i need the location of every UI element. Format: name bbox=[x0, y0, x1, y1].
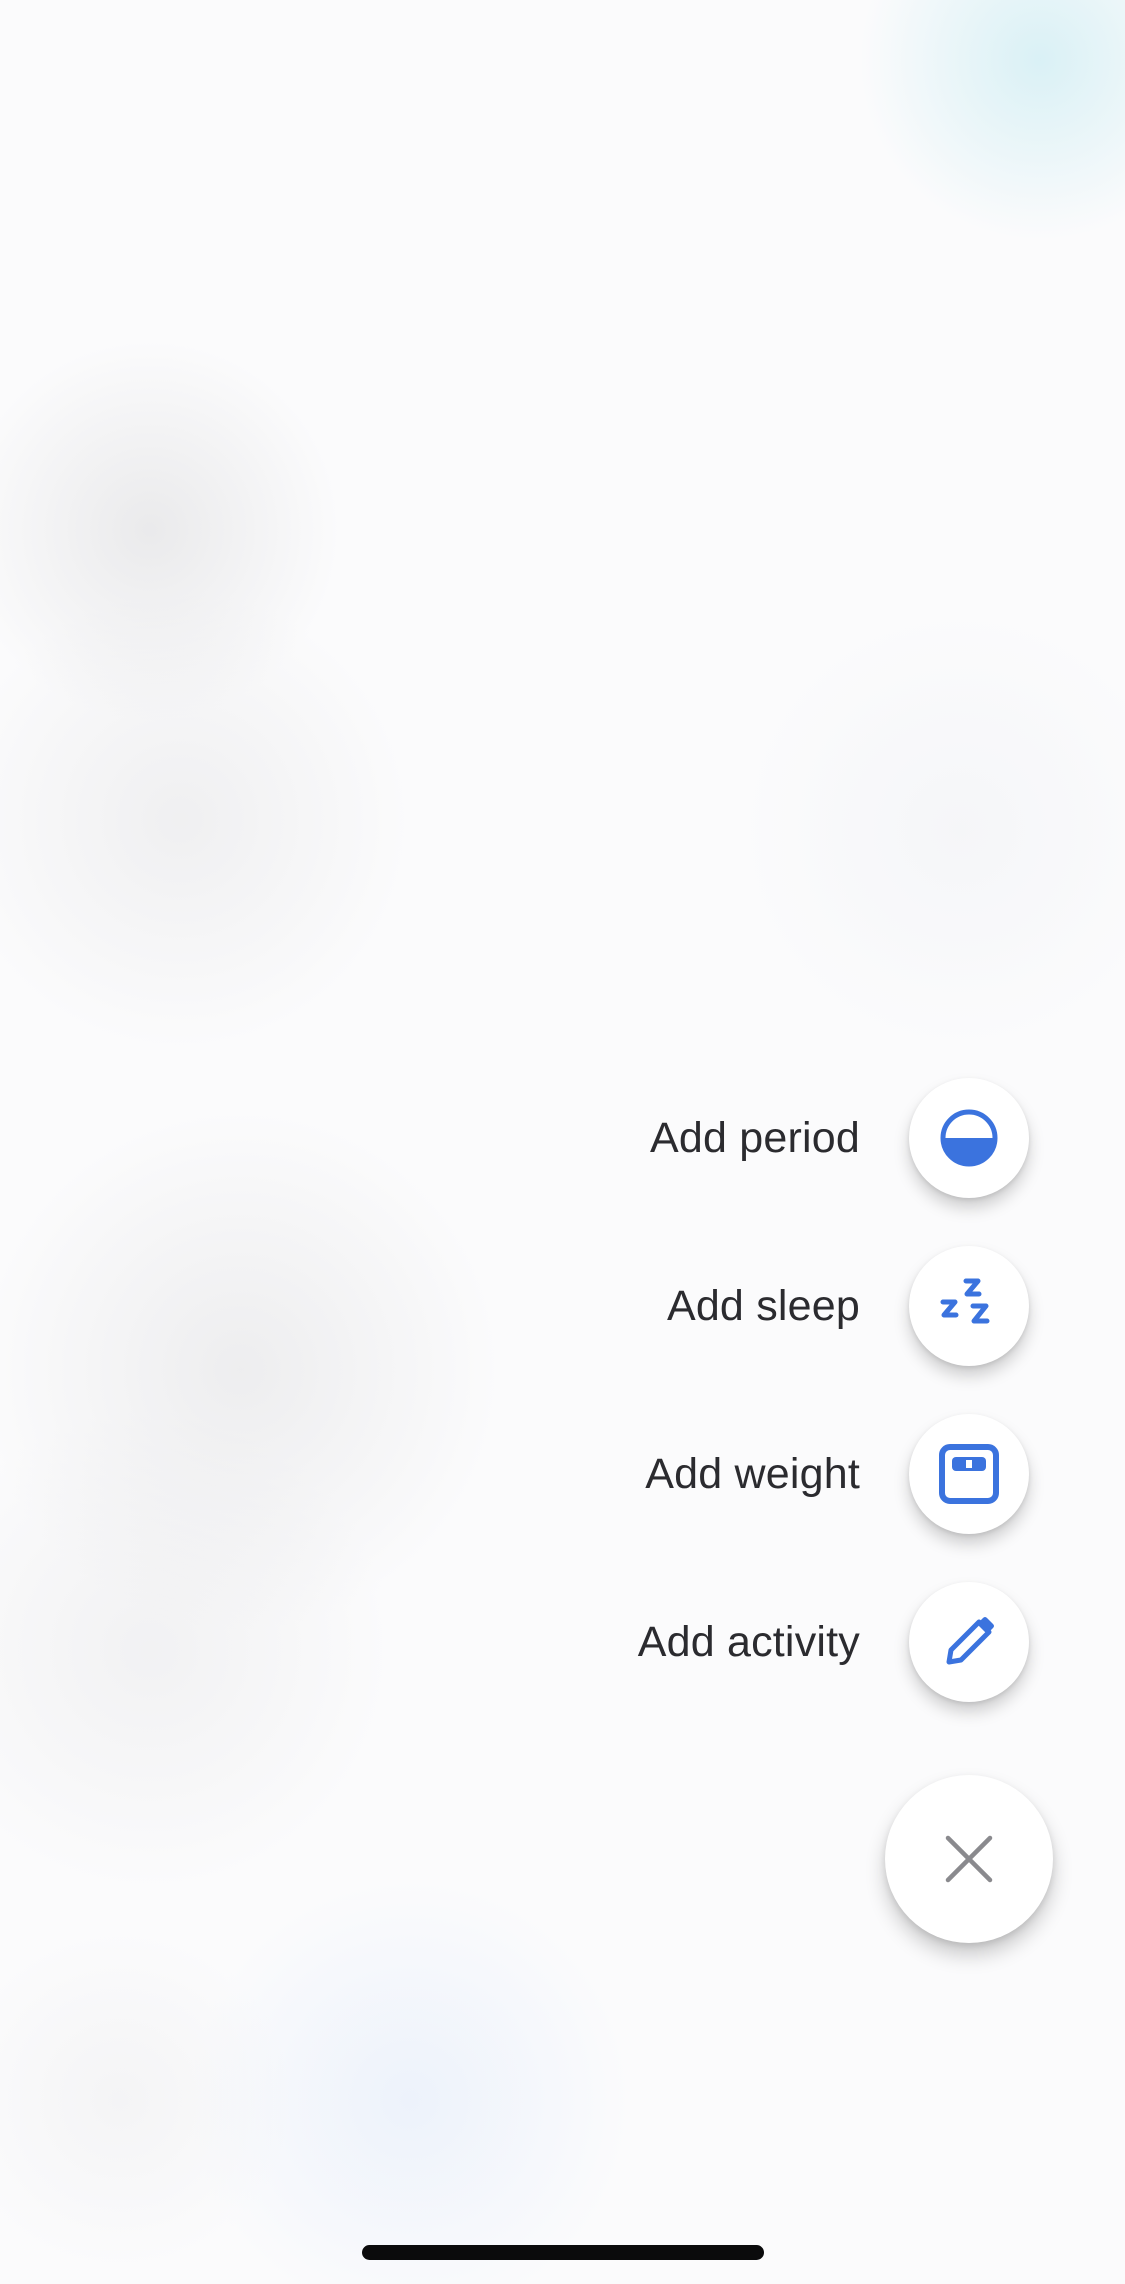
pencil-icon bbox=[939, 1612, 999, 1672]
add-activity-item[interactable]: Add activity bbox=[0, 1582, 1125, 1702]
add-period-item[interactable]: Add period bbox=[0, 1078, 1125, 1198]
add-weight-button[interactable] bbox=[909, 1414, 1029, 1534]
add-sleep-label: Add sleep bbox=[666, 1282, 860, 1330]
add-period-button[interactable] bbox=[909, 1078, 1029, 1198]
add-activity-button[interactable] bbox=[909, 1582, 1029, 1702]
scale-icon bbox=[938, 1443, 1000, 1505]
add-weight-item[interactable]: Add weight bbox=[0, 1414, 1125, 1534]
close-icon bbox=[944, 1834, 994, 1884]
add-weight-label: Add weight bbox=[645, 1450, 860, 1498]
zzz-sleep-icon bbox=[939, 1276, 999, 1336]
add-activity-label: Add activity bbox=[637, 1618, 860, 1666]
close-menu-button[interactable] bbox=[885, 1775, 1053, 1943]
add-period-label: Add period bbox=[650, 1114, 860, 1162]
add-sleep-button[interactable] bbox=[909, 1246, 1029, 1366]
home-indicator[interactable] bbox=[362, 2245, 764, 2260]
add-sleep-item[interactable]: Add sleep bbox=[0, 1246, 1125, 1366]
half-filled-circle-icon bbox=[939, 1108, 999, 1168]
